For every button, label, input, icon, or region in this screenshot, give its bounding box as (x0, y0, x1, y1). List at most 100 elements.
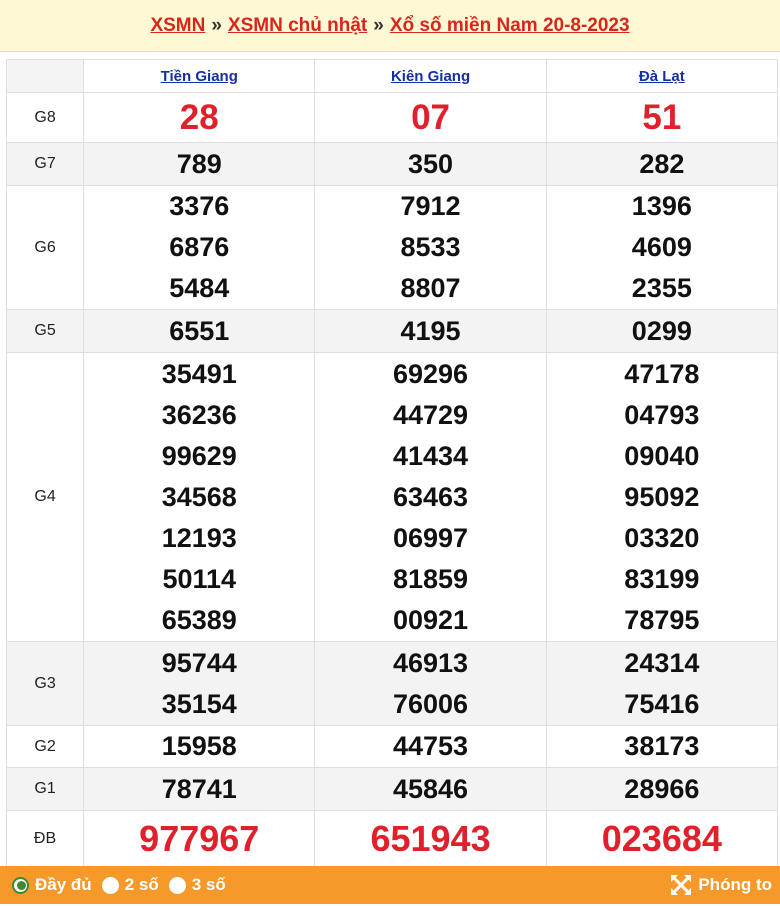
prize-number: 44729 (392, 399, 469, 430)
breadcrumb-current-link[interactable]: Xổ số miền Nam 20-8-2023 (390, 15, 630, 37)
prize-number: 63463 (392, 481, 469, 512)
prize-cell: 46913 76006 (314, 641, 547, 726)
prize-number: 6551 (169, 315, 230, 346)
results-table: Tiền Giang Kiên Giang Đà Lạt G8 28 07 51 G7 7… (5, 59, 779, 867)
prize-number: 41434 (392, 440, 469, 471)
prize-number: 03320 (624, 522, 700, 553)
prize-cell: 51 (545, 92, 779, 143)
prize-row: G2 15958 44753 38173 (5, 725, 779, 768)
prize-cell: 350 (314, 142, 547, 186)
zoom-button[interactable]: Phóng to (670, 874, 772, 896)
prize-row: G5 6551 4195 0299 (5, 309, 779, 353)
display-options: Đầy đủ 2 số 3 số (12, 875, 236, 895)
radio-icon[interactable] (101, 876, 119, 894)
prize-cell: 38173 (545, 725, 779, 768)
prize-label: G3 (5, 641, 85, 726)
prize-number: 36236 (161, 399, 237, 430)
prize-number: 44753 (392, 731, 469, 761)
prize-cell: 44753 (314, 725, 547, 768)
province-header: Kiên Giang (314, 59, 547, 93)
prize-number: 50114 (162, 563, 237, 594)
prize-number: 24314 (624, 647, 700, 678)
prize-number: 7912 (400, 191, 461, 221)
prize-number: 75416 (624, 688, 700, 719)
prize-number: 78741 (161, 773, 237, 804)
prize-cell: 1396 4609 2355 (545, 185, 779, 310)
option-2-digits[interactable]: 2 số (101, 875, 159, 895)
prize-number: 35491 (161, 358, 237, 389)
province-link[interactable]: Tiền Giang (161, 68, 238, 85)
prize-number: 0299 (631, 315, 692, 346)
prize-label: G2 (5, 725, 85, 768)
prize-cell: 0299 (545, 309, 779, 353)
prize-number: 65389 (161, 604, 237, 635)
prize-number: 09040 (624, 440, 700, 471)
prize-label: G8 (5, 92, 85, 143)
prize-number: 51 (642, 98, 682, 137)
prize-number: 651943 (370, 818, 491, 859)
prize-number: 81859 (392, 563, 469, 594)
prize-row: G1 78741 45846 28966 (5, 767, 779, 811)
prize-number: 4195 (400, 315, 461, 346)
prize-cell: 69296 44729 41434 63463 06997 81859 00921 (314, 352, 547, 642)
prize-number: 78795 (624, 604, 700, 635)
prize-number: 76006 (392, 688, 469, 719)
prize-number: 95744 (161, 647, 237, 678)
prize-number: 38173 (624, 731, 700, 761)
prize-row: G3 95744 35154 46913 76006 24314 75416 (5, 641, 779, 726)
prize-number: 47178 (624, 358, 700, 389)
prize-number: 789 (176, 148, 222, 179)
prize-cell: 28966 (545, 767, 779, 811)
prize-cell: 4195 (314, 309, 547, 353)
prize-number: 28966 (624, 773, 700, 804)
table-header-row: Tiền Giang Kiên Giang Đà Lạt (5, 59, 779, 93)
prize-cell: 023684 (545, 810, 779, 867)
prize-number: 5484 (169, 273, 230, 303)
prize-cell: 282 (545, 142, 779, 186)
breadcrumb-xsmn-link[interactable]: XSMN (150, 15, 205, 37)
prize-number: 1396 (631, 191, 692, 221)
province-link[interactable]: Đà Lạt (639, 68, 685, 85)
prize-number: 45846 (392, 773, 469, 804)
footer-bar: Đầy đủ 2 số 3 số Phóng to (0, 866, 780, 904)
header-corner-cell (5, 59, 85, 93)
prize-number: 07 (411, 98, 450, 137)
prize-number: 46913 (392, 647, 469, 678)
province-link[interactable]: Kiên Giang (391, 68, 470, 85)
option-label: 3 số (191, 875, 226, 894)
prize-number: 3376 (169, 191, 230, 221)
prize-number: 2355 (631, 273, 692, 303)
prize-number: 350 (408, 148, 454, 179)
prize-row: ĐB 977967 651943 023684 (5, 810, 779, 867)
prize-cell: 28 (83, 92, 316, 143)
prize-label: G1 (5, 767, 85, 811)
prize-cell: 7912 8533 8807 (314, 185, 547, 310)
radio-selected-icon[interactable] (12, 876, 29, 894)
breadcrumb-xsmn-sunday-link[interactable]: XSMN chủ nhật (228, 15, 367, 37)
option-full[interactable]: Đầy đủ (12, 875, 92, 895)
prize-number: 69296 (392, 358, 469, 389)
prize-number: 04793 (624, 399, 700, 430)
prize-label: G4 (5, 352, 85, 642)
prize-number: 8807 (400, 273, 461, 303)
option-label: Đầy đủ (35, 875, 92, 894)
radio-icon[interactable] (168, 876, 186, 894)
prize-cell: 35491 36236 99629 34568 12193 50114 65389 (83, 352, 316, 642)
prize-label: G5 (5, 309, 85, 353)
prize-cell: 78741 (83, 767, 316, 811)
expand-icon (671, 875, 692, 895)
prize-label: ĐB (5, 810, 85, 867)
prize-cell: 45846 (314, 767, 547, 811)
prize-number: 95092 (624, 481, 700, 512)
prize-cell: 651943 (314, 810, 547, 867)
prize-number: 35154 (161, 688, 237, 719)
prize-label: G6 (5, 185, 85, 310)
prize-number: 06997 (392, 522, 469, 553)
prize-label: G7 (5, 142, 85, 186)
prize-number: 282 (639, 148, 685, 179)
prize-number: 6876 (169, 232, 230, 262)
prize-number: 34568 (161, 481, 237, 512)
option-3-digits[interactable]: 3 số (168, 875, 226, 895)
prize-cell: 6551 (83, 309, 316, 353)
prize-row: G8 28 07 51 (5, 92, 779, 143)
